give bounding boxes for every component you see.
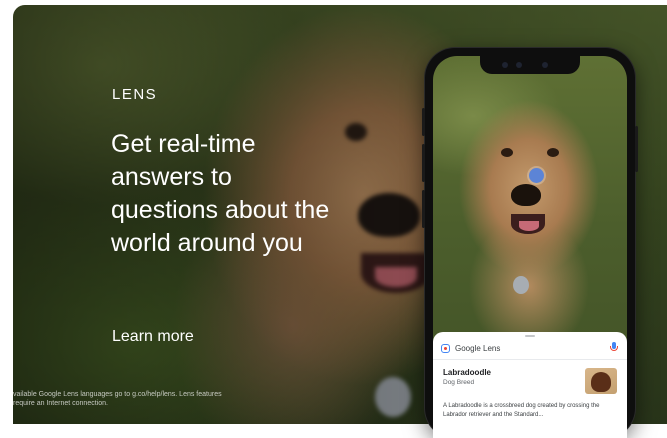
phone-notch <box>480 56 580 74</box>
phone-screen: Google Lens Labradoodle Dog Breed A Labr… <box>433 56 627 438</box>
camera-icon <box>502 62 508 68</box>
screen-dog-tag <box>513 276 529 294</box>
phone-mockup: Google Lens Labradoodle Dog Breed A Labr… <box>422 48 638 438</box>
result-description: A Labradoodle is a crossbreed dog create… <box>443 403 600 418</box>
screen-dog-nose <box>511 184 541 206</box>
product-eyebrow: LENS <box>112 86 158 103</box>
lens-selection-dot-icon[interactable] <box>529 168 544 183</box>
lens-result-sheet: Google Lens Labradoodle Dog Breed A Labr… <box>433 332 627 438</box>
phone-side-button <box>422 190 425 228</box>
sheet-divider <box>433 359 627 360</box>
result-thumbnail[interactable] <box>585 368 617 394</box>
mic-icon[interactable] <box>609 342 619 354</box>
hero-headline: Get real-time answers to questions about… <box>111 130 330 257</box>
screen-dog-eye-right <box>547 148 559 157</box>
phone-side-button <box>422 108 425 136</box>
screen-dog-tongue <box>519 221 539 231</box>
learn-more-link[interactable]: Learn more <box>112 328 194 346</box>
puppy-image <box>591 372 611 392</box>
result-title[interactable]: Labradoodle <box>443 368 491 377</box>
phone-power-button <box>635 126 638 172</box>
lens-search-bar[interactable]: Google Lens <box>441 341 619 355</box>
lens-bar-title: Google Lens <box>455 343 501 353</box>
phone-side-button <box>422 144 425 182</box>
sensor-icon <box>516 62 522 68</box>
screen-dog-eye-left <box>501 148 513 157</box>
result-subtitle: Dog Breed <box>443 379 475 386</box>
disclaimer-text: vailable Google Lens languages go to g.c… <box>13 391 222 407</box>
camera-icon <box>542 62 548 68</box>
google-lens-icon <box>441 343 450 353</box>
sheet-drag-handle[interactable] <box>525 335 535 337</box>
